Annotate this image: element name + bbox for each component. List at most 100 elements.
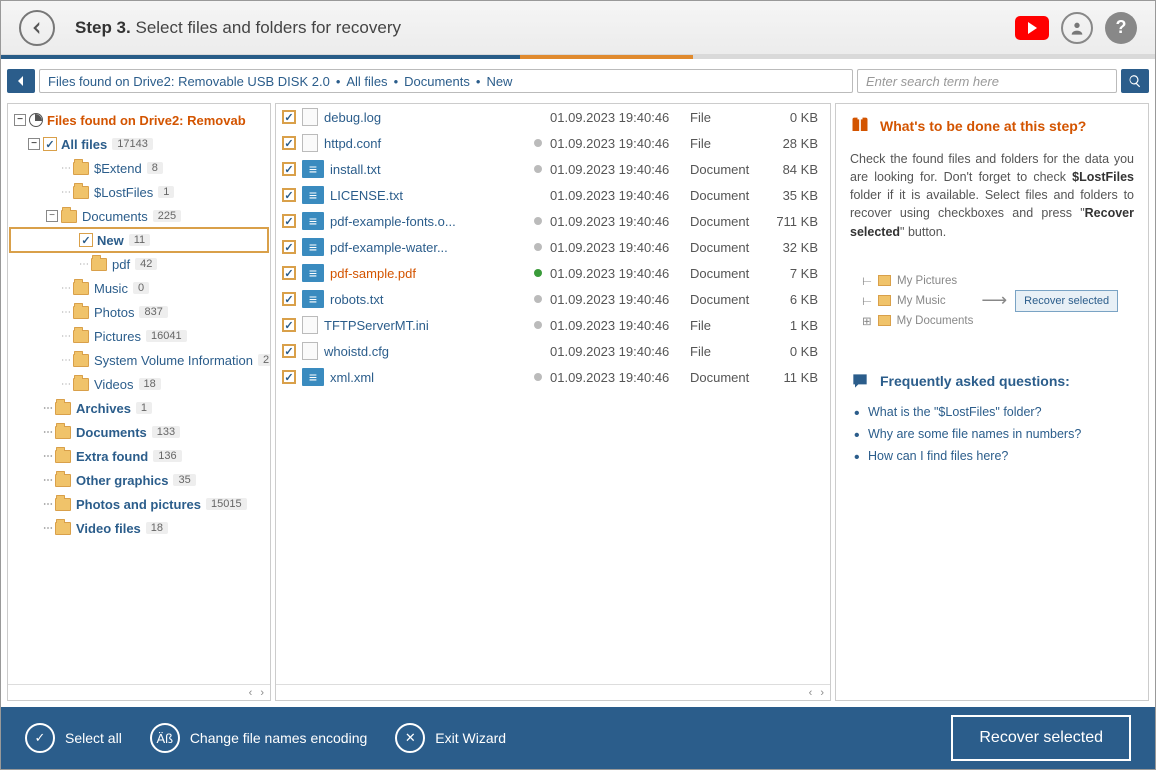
file-size: 1 KB	[770, 318, 826, 333]
folder-icon	[55, 498, 71, 511]
pie-icon	[29, 113, 43, 127]
checkbox[interactable]	[282, 370, 296, 384]
tree-item[interactable]: ⋯ $Extend8	[10, 156, 268, 180]
checkbox[interactable]	[282, 318, 296, 332]
tree-item[interactable]: ⋯ Music0	[10, 276, 268, 300]
footer-bar: ✓ Select all Äß Change file names encodi…	[1, 707, 1155, 769]
tree-documents[interactable]: − Documents225	[10, 204, 268, 228]
tree-item[interactable]: ⋯ Videos18	[10, 372, 268, 396]
encoding-button[interactable]: Äß Change file names encoding	[150, 723, 367, 753]
tree-scroll[interactable]: ‹›	[8, 684, 270, 700]
file-row[interactable]: debug.log01.09.2023 19:40:46File0 KB	[276, 104, 830, 130]
help-illustration: ⊢My Pictures ⊢My Music ⊞My Documents ⟶ R…	[862, 271, 1134, 331]
file-size: 35 KB	[770, 188, 826, 203]
folder-tree: − Files found on Drive2: Removab − All f…	[7, 103, 271, 701]
file-row[interactable]: httpd.conf01.09.2023 19:40:46File28 KB	[276, 130, 830, 156]
checkbox[interactable]	[282, 162, 296, 176]
select-all-button[interactable]: ✓ Select all	[25, 723, 122, 753]
document-icon	[302, 238, 324, 256]
back-button[interactable]	[19, 10, 55, 46]
document-icon	[302, 186, 324, 204]
status-dot	[534, 165, 542, 173]
checkbox[interactable]	[282, 136, 296, 150]
checkbox[interactable]	[282, 292, 296, 306]
help-icon[interactable]: ?	[1105, 12, 1137, 44]
tree-item[interactable]: ⋯ System Volume Information2	[10, 348, 268, 372]
tree-allfiles[interactable]: − All files17143	[10, 132, 268, 156]
file-date: 01.09.2023 19:40:46	[550, 162, 690, 177]
file-row[interactable]: robots.txt01.09.2023 19:40:46Document6 K…	[276, 286, 830, 312]
file-date: 01.09.2023 19:40:46	[550, 110, 690, 125]
status-dot	[534, 321, 542, 329]
checkbox[interactable]	[282, 266, 296, 280]
folder-icon	[61, 210, 77, 223]
file-row[interactable]: pdf-example-fonts.o...01.09.2023 19:40:4…	[276, 208, 830, 234]
checkbox[interactable]	[282, 240, 296, 254]
search-input[interactable]: Enter search term here	[857, 69, 1117, 93]
checkbox[interactable]	[282, 214, 296, 228]
file-name: pdf-example-fonts.o...	[330, 214, 526, 229]
faq-link[interactable]: What is the "$LostFiles" folder?	[868, 401, 1134, 423]
youtube-icon[interactable]	[1015, 16, 1049, 40]
tree-item[interactable]: ⋯ Archives1	[10, 396, 268, 420]
breadcrumb[interactable]: Files found on Drive2: Removable USB DIS…	[39, 69, 853, 93]
checkbox[interactable]	[282, 188, 296, 202]
file-date: 01.09.2023 19:40:46	[550, 344, 690, 359]
file-name: pdf-example-water...	[330, 240, 526, 255]
book-icon	[850, 116, 870, 136]
tree-item[interactable]: ⋯ Photos and pictures15015	[10, 492, 268, 516]
status-dot	[534, 269, 542, 277]
breadcrumb-back-button[interactable]	[7, 69, 35, 93]
user-icon[interactable]	[1061, 12, 1093, 44]
tree-root[interactable]: − Files found on Drive2: Removab	[10, 108, 268, 132]
checkbox[interactable]	[43, 137, 57, 151]
folder-icon	[73, 306, 89, 319]
file-row[interactable]: install.txt01.09.2023 19:40:46Document84…	[276, 156, 830, 182]
status-dot	[534, 347, 542, 355]
tree-item[interactable]: ⋯ Pictures16041	[10, 324, 268, 348]
folder-icon	[73, 282, 89, 295]
tree-new[interactable]: New11	[10, 228, 268, 252]
file-size: 0 KB	[770, 110, 826, 125]
folder-icon	[55, 426, 71, 439]
document-icon	[302, 368, 324, 386]
tree-item[interactable]: ⋯ $LostFiles1	[10, 180, 268, 204]
exit-wizard-button[interactable]: ✕ Exit Wizard	[395, 723, 506, 753]
tree-item[interactable]: ⋯ Photos837	[10, 300, 268, 324]
tree-item[interactable]: ⋯ Other graphics35	[10, 468, 268, 492]
file-row[interactable]: LICENSE.txt01.09.2023 19:40:46Document35…	[276, 182, 830, 208]
folder-icon	[55, 474, 71, 487]
folder-icon	[73, 162, 89, 175]
tree-item[interactable]: ⋯ pdf42	[10, 252, 268, 276]
file-size: 7 KB	[770, 266, 826, 281]
file-row[interactable]: TFTPServerMT.ini01.09.2023 19:40:46File1…	[276, 312, 830, 338]
list-scroll[interactable]: ‹›	[276, 684, 830, 700]
file-name: whoistd.cfg	[324, 344, 526, 359]
faq-link[interactable]: Why are some file names in numbers?	[868, 423, 1134, 445]
checkbox[interactable]	[282, 110, 296, 124]
folder-icon	[91, 258, 107, 271]
document-icon	[302, 212, 324, 230]
tree-item[interactable]: ⋯ Documents133	[10, 420, 268, 444]
file-type: File	[690, 344, 770, 359]
checkbox[interactable]	[79, 233, 93, 247]
recover-selected-button[interactable]: Recover selected	[951, 715, 1131, 761]
file-row[interactable]: pdf-example-water...01.09.2023 19:40:46D…	[276, 234, 830, 260]
checkbox[interactable]	[282, 344, 296, 358]
search-button[interactable]	[1121, 69, 1149, 93]
file-type: File	[690, 136, 770, 151]
file-row[interactable]: xml.xml01.09.2023 19:40:46Document11 KB	[276, 364, 830, 390]
help-text: Check the found files and folders for th…	[850, 150, 1134, 241]
file-size: 0 KB	[770, 344, 826, 359]
folder-icon	[73, 354, 89, 367]
file-row[interactable]: pdf-sample.pdf01.09.2023 19:40:46Documen…	[276, 260, 830, 286]
close-icon: ✕	[395, 723, 425, 753]
file-row[interactable]: whoistd.cfg 01.09.2023 19:40:46File0 KB	[276, 338, 830, 364]
tree-item[interactable]: ⋯ Video files18	[10, 516, 268, 540]
faq-link[interactable]: How can I find files here?	[868, 445, 1134, 467]
file-name: pdf-sample.pdf	[330, 266, 526, 281]
encoding-icon: Äß	[150, 723, 180, 753]
tree-item[interactable]: ⋯ Extra found136	[10, 444, 268, 468]
status-dot	[534, 191, 542, 199]
document-icon	[302, 160, 324, 178]
